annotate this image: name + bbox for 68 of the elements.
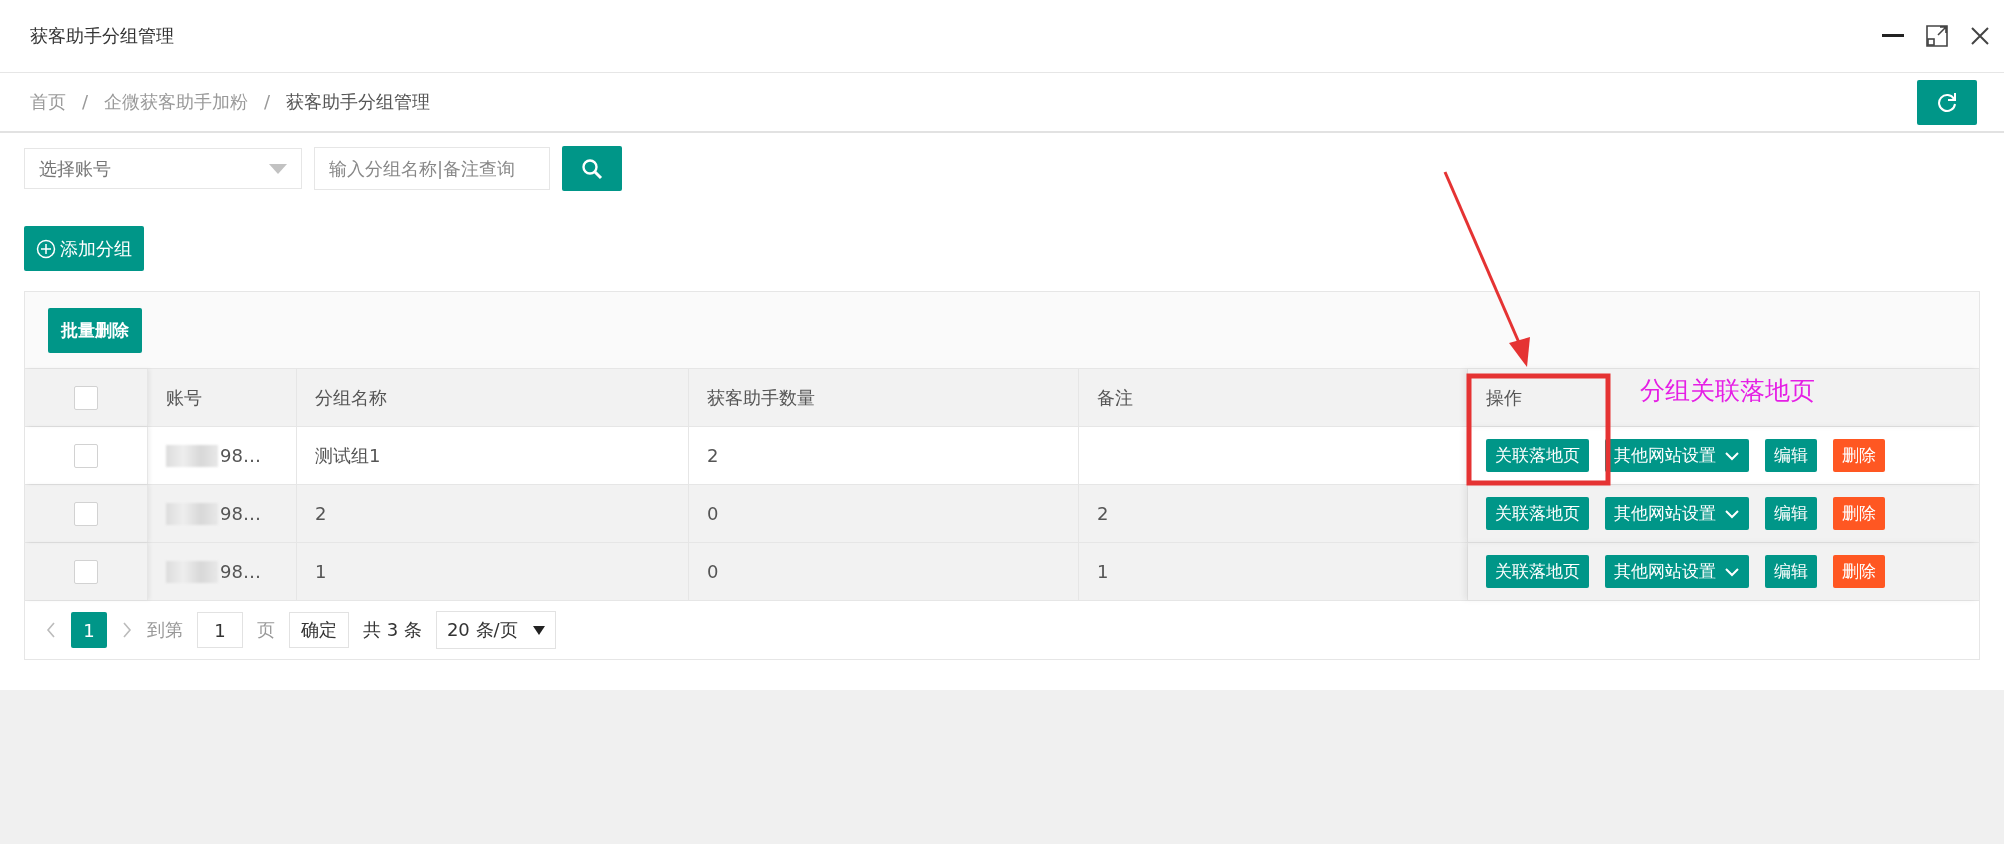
action-button[interactable]: 关联落地页 [1486,555,1589,588]
table-cell: 98… [220,445,261,466]
table-cell: 0 [707,503,719,524]
page-size-select[interactable]: 20 条/页 [435,611,556,649]
total-count: 共 3 条 [363,618,422,642]
confirm-button[interactable]: 确定 [289,612,349,648]
chevron-right-icon [121,621,133,639]
column-header: 分组名称 [315,385,387,410]
chevron-down-icon [1724,508,1740,519]
site-settings-dropdown[interactable]: 其他网站设置 [1605,439,1749,472]
search-field[interactable]: 输入分组名称|备注查询 [314,147,550,190]
batch-delete-button[interactable]: 批量删除 [48,307,142,353]
add-group-button[interactable]: 添加分组 [24,226,144,271]
chevron-down-icon [1724,566,1740,577]
delete-button[interactable]: 删除 [1833,555,1885,588]
column-header: 备注 [1097,385,1133,410]
breadcrumb-link[interactable]: 首页 [30,91,66,112]
action-button[interactable]: 关联落地页 [1486,439,1589,472]
blurred-text [166,560,218,583]
account-select[interactable]: 选择账号 [24,148,302,189]
search-button[interactable] [562,146,622,191]
column-header: 账号 [166,385,202,410]
action-button[interactable]: 编辑 [1765,439,1817,472]
table-cell: 1 [315,561,327,582]
breadcrumb-link[interactable]: 企微获客助手加粉 [104,91,249,112]
delete-button[interactable]: 删除 [1833,497,1885,530]
annotation-text: 分组关联落地页 [1640,375,1815,407]
blurred-text [166,502,218,525]
page-number[interactable]: 1 [71,612,107,648]
page-input[interactable]: 1 [197,612,243,648]
delete-button[interactable]: 删除 [1833,439,1885,472]
blurred-text [166,444,218,467]
table-cell: 98… [220,561,261,582]
chevron-down-icon [1724,450,1740,461]
search-icon [581,157,603,180]
column-header: 获客助手数量 [707,385,815,410]
table-cell: 2 [315,503,327,524]
dropdown-triangle-icon [532,625,545,635]
goto-label: 到第 [147,618,183,642]
dropdown-triangle-icon [269,163,287,174]
action-button[interactable]: 编辑 [1765,555,1817,588]
site-settings-dropdown[interactable]: 其他网站设置 [1605,497,1749,530]
close-icon[interactable] [1970,26,1990,46]
breadcrumb-separator: / [264,91,271,112]
table-cell: 2 [1097,503,1109,524]
table-cell: 2 [707,445,719,466]
minimize-icon[interactable] [1882,34,1904,38]
table-cell: 98… [220,503,261,524]
plus-circle-icon [36,238,56,259]
checkbox[interactable] [74,501,98,526]
column-header: 操作 [1486,385,1522,410]
maximize-icon[interactable] [1926,25,1948,47]
action-button[interactable]: 关联落地页 [1486,497,1589,530]
table-cell: 0 [707,561,719,582]
checkbox[interactable] [74,443,98,468]
page-unit: 页 [257,618,275,642]
refresh-button[interactable] [1917,79,1977,125]
breadcrumb-link[interactable]: 获客助手分组管理 [286,91,431,112]
action-button[interactable]: 编辑 [1765,497,1817,530]
checkbox[interactable] [74,559,98,584]
chevron-left-icon [45,621,57,639]
checkbox[interactable] [74,385,98,410]
table-cell: 1 [1097,561,1109,582]
window-title: 获客助手分组管理 [30,24,174,48]
refresh-icon [1936,91,1958,113]
site-settings-dropdown[interactable]: 其他网站设置 [1605,555,1749,588]
table-cell: 测试组1 [315,443,381,468]
breadcrumb-separator: / [82,91,89,112]
